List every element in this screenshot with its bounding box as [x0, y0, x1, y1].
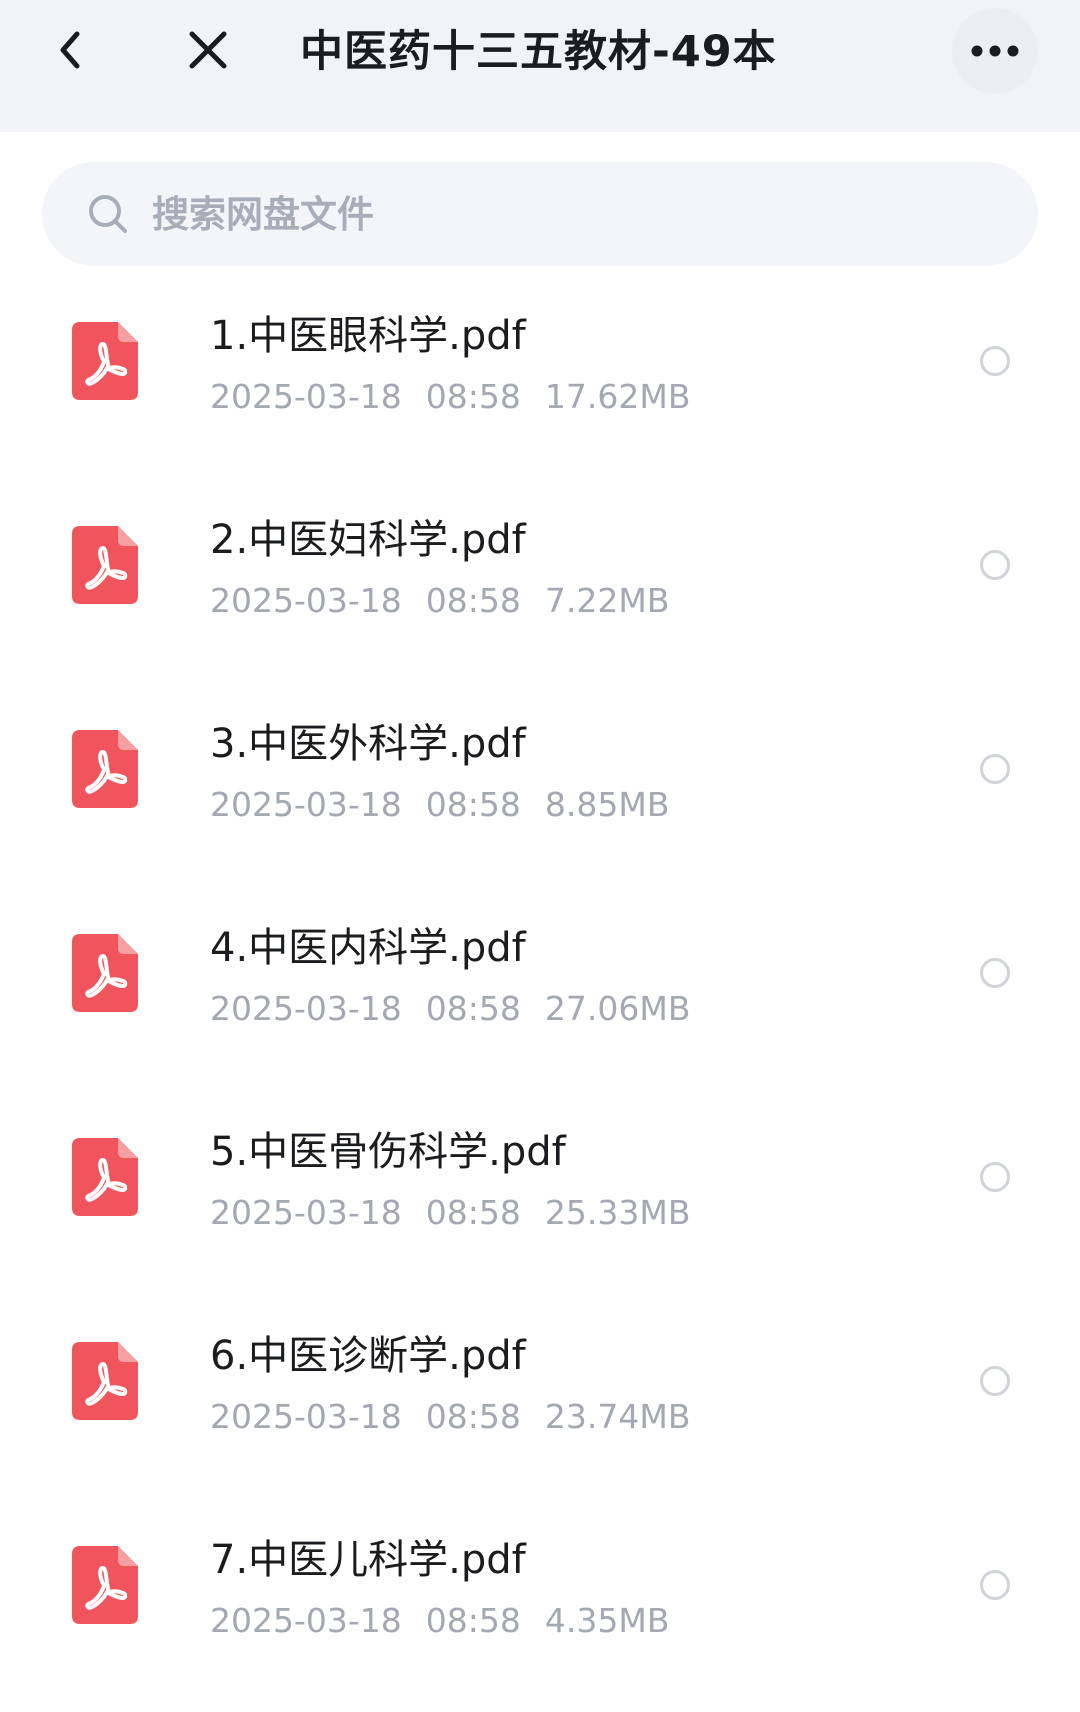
file-time: 08:58	[425, 1193, 521, 1232]
file-size: 27.06MB	[544, 989, 691, 1028]
file-list: 1.中医眼科学.pdf 2025-03-18 08:58 17.62MB 2.中医妇…	[0, 284, 1080, 1712]
pdf-file-icon	[72, 1546, 138, 1624]
file-row[interactable]: 2.中医妇科学.pdf 2025-03-18 08:58 7.22MB	[0, 488, 1080, 692]
file-date: 2025-03-18	[210, 785, 402, 824]
select-radio[interactable]	[980, 346, 1010, 376]
page-title: 中医药十三五教材-49本	[300, 27, 777, 77]
more-horizontal-icon	[971, 45, 1019, 57]
select-radio[interactable]	[980, 1162, 1010, 1192]
file-name: 7.中医儿科学.pdf	[210, 1537, 526, 1583]
file-time: 08:58	[425, 377, 521, 416]
file-row[interactable]: 1.中医眼科学.pdf 2025-03-18 08:58 17.62MB	[0, 284, 1080, 488]
file-date: 2025-03-18	[210, 1601, 402, 1640]
file-date: 2025-03-18	[210, 1193, 402, 1232]
file-name: 2.中医妇科学.pdf	[210, 517, 526, 563]
file-meta: 2025-03-18 08:58 8.85MB	[210, 782, 693, 828]
file-row[interactable]: 5.中医骨伤科学.pdf 2025-03-18 08:58 25.33MB	[0, 1100, 1080, 1304]
file-size: 23.74MB	[544, 1397, 691, 1436]
close-icon	[189, 31, 227, 69]
file-time: 08:58	[425, 1397, 521, 1436]
top-bar: 中医药十三五教材-49本	[0, 0, 1080, 132]
file-name: 4.中医内科学.pdf	[210, 925, 526, 971]
select-radio[interactable]	[980, 754, 1010, 784]
close-button[interactable]	[178, 20, 238, 80]
file-name: 3.中医外科学.pdf	[210, 721, 526, 767]
file-meta: 2025-03-18 08:58 7.22MB	[210, 578, 693, 624]
search-bar[interactable]	[42, 162, 1038, 266]
select-radio[interactable]	[980, 1366, 1010, 1396]
pdf-file-icon	[72, 322, 138, 400]
file-name: 6.中医诊断学.pdf	[210, 1333, 526, 1379]
file-time: 08:58	[425, 785, 521, 824]
file-meta: 2025-03-18 08:58 23.74MB	[210, 1394, 714, 1440]
file-row[interactable]: 3.中医外科学.pdf 2025-03-18 08:58 8.85MB	[0, 692, 1080, 896]
chevron-left-icon	[60, 31, 80, 69]
search-input[interactable]	[152, 184, 952, 244]
file-size: 7.22MB	[544, 581, 670, 620]
file-meta: 2025-03-18 08:58 27.06MB	[210, 986, 714, 1032]
file-size: 25.33MB	[544, 1193, 691, 1232]
file-name: 5.中医骨伤科学.pdf	[210, 1129, 566, 1175]
more-options-button[interactable]	[952, 8, 1038, 94]
file-size: 4.35MB	[544, 1601, 670, 1640]
file-date: 2025-03-18	[210, 581, 402, 620]
select-radio[interactable]	[980, 958, 1010, 988]
search-icon	[86, 192, 130, 236]
file-time: 08:58	[425, 581, 521, 620]
file-name: 1.中医眼科学.pdf	[210, 313, 526, 359]
file-meta: 2025-03-18 08:58 4.35MB	[210, 1598, 693, 1644]
file-date: 2025-03-18	[210, 989, 402, 1028]
select-radio[interactable]	[980, 550, 1010, 580]
file-meta: 2025-03-18 08:58 25.33MB	[210, 1190, 714, 1236]
file-meta: 2025-03-18 08:58 17.62MB	[210, 374, 714, 420]
file-row[interactable]: 4.中医内科学.pdf 2025-03-18 08:58 27.06MB	[0, 896, 1080, 1100]
pdf-file-icon	[72, 730, 138, 808]
pdf-file-icon	[72, 934, 138, 1012]
file-row[interactable]: 7.中医儿科学.pdf 2025-03-18 08:58 4.35MB	[0, 1508, 1080, 1712]
file-date: 2025-03-18	[210, 1397, 402, 1436]
file-date: 2025-03-18	[210, 377, 402, 416]
file-row[interactable]: 6.中医诊断学.pdf 2025-03-18 08:58 23.74MB	[0, 1304, 1080, 1508]
file-time: 08:58	[425, 989, 521, 1028]
file-size: 17.62MB	[544, 377, 691, 416]
file-size: 8.85MB	[544, 785, 670, 824]
pdf-file-icon	[72, 526, 138, 604]
file-time: 08:58	[425, 1601, 521, 1640]
select-radio[interactable]	[980, 1570, 1010, 1600]
pdf-file-icon	[72, 1138, 138, 1216]
pdf-file-icon	[72, 1342, 138, 1420]
back-button[interactable]	[40, 20, 100, 80]
